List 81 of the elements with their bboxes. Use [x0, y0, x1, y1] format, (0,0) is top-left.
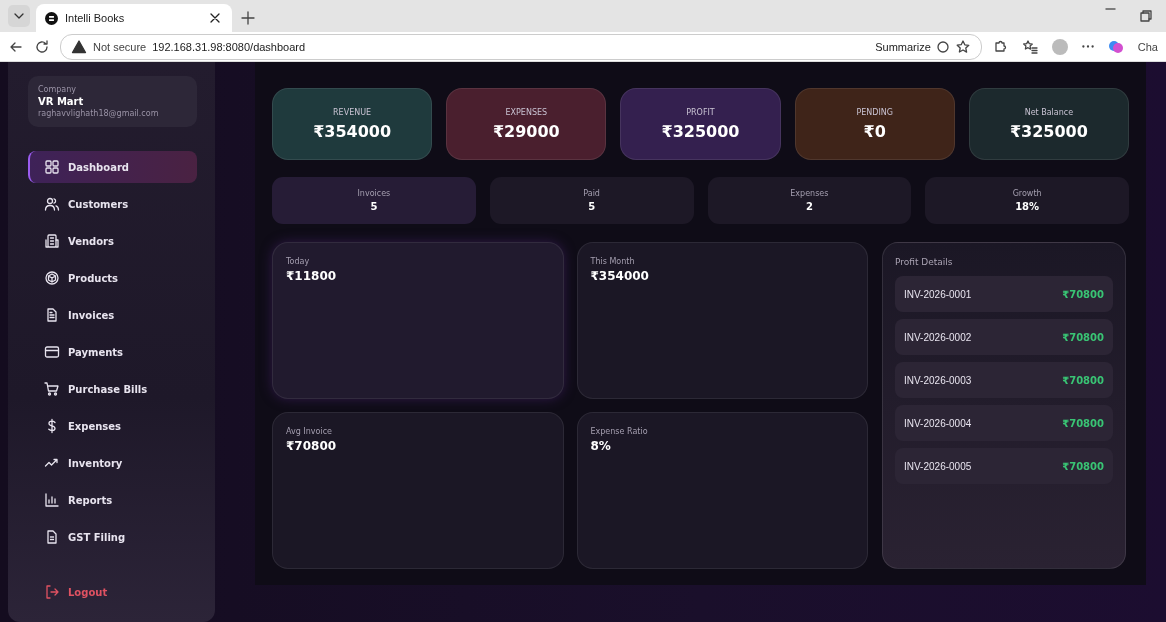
- grid-icon: [44, 159, 60, 175]
- invoice-number: INV-2026-0003: [904, 374, 972, 386]
- count-value: 5: [588, 201, 596, 212]
- metric-value: ₹70800: [286, 439, 338, 453]
- metric-label: This Month: [590, 257, 636, 266]
- count-value: 2: [805, 201, 813, 212]
- stat-value: ₹354000: [313, 121, 392, 141]
- stat-label: REVENUE: [333, 107, 372, 117]
- copilot-label[interactable]: Cha: [1137, 40, 1158, 53]
- tab-title: Intelli Books: [65, 12, 126, 24]
- nav-item[interactable]: Expenses: [28, 410, 197, 442]
- document-icon: [44, 307, 60, 323]
- box-icon: [44, 270, 60, 286]
- count-label: Paid: [583, 189, 600, 198]
- stat-label: EXPENSES: [505, 107, 548, 117]
- plus-icon: [240, 10, 256, 26]
- metric-label: Avg Invoice: [286, 427, 333, 436]
- logout-icon: [44, 584, 60, 600]
- stat-value: ₹29000: [492, 121, 560, 141]
- nav-item[interactable]: Dashboard: [28, 151, 197, 183]
- more-icon[interactable]: [1081, 45, 1094, 48]
- nav-item[interactable]: GST Filing: [28, 521, 197, 553]
- count-label: Growth: [1012, 189, 1042, 198]
- summarize-label[interactable]: Summarize: [875, 40, 931, 53]
- nav-item[interactable]: Reports: [28, 484, 197, 516]
- warning-icon: [71, 38, 87, 55]
- count-value: 5: [370, 201, 378, 212]
- tab-list-button[interactable]: [8, 5, 30, 27]
- count-label: Invoices: [357, 189, 391, 198]
- reload-icon: [34, 38, 50, 55]
- company-label: Company: [38, 85, 78, 94]
- building-icon: [44, 233, 60, 249]
- stat-label: PENDING: [856, 107, 893, 117]
- profile-avatar[interactable]: [1051, 38, 1068, 55]
- cart-icon: [44, 381, 60, 397]
- count-value: 18%: [1015, 201, 1040, 212]
- stat-value: ₹325000: [661, 121, 740, 141]
- invoice-number: INV-2026-0004: [904, 417, 972, 429]
- nav-item[interactable]: Vendors: [28, 225, 197, 257]
- nav-item[interactable]: Inventory: [28, 447, 197, 479]
- metric-value: 8%: [590, 439, 612, 453]
- bar-chart-icon: [44, 492, 60, 508]
- stat-value: ₹0: [863, 121, 886, 141]
- nav-item[interactable]: Customers: [28, 188, 197, 220]
- invoice-number: INV-2026-0005: [904, 460, 972, 472]
- minimize-icon[interactable]: [1105, 8, 1116, 10]
- restore-icon: [1138, 8, 1154, 24]
- stat-label: Net Balance: [1024, 107, 1074, 117]
- nav-item[interactable]: Invoices: [28, 299, 197, 331]
- nav-item[interactable]: Payments: [28, 336, 197, 368]
- stat-label: PROFIT: [686, 107, 715, 117]
- logout-button[interactable]: Logout: [28, 576, 197, 608]
- file-grid-icon: [44, 529, 60, 545]
- invoice-amount: ₹70800: [1062, 374, 1104, 386]
- favorites-icon: [1021, 38, 1038, 55]
- nav-item[interactable]: Products: [28, 262, 197, 294]
- app-logo-icon: [45, 11, 58, 25]
- url-text: 192.168.31.98:8080/dashboard: [152, 40, 306, 53]
- metric-value: ₹11800: [286, 269, 338, 283]
- invoice-amount: ₹70800: [1062, 460, 1104, 472]
- metric-value: ₹354000: [590, 269, 650, 283]
- stat-value: ₹325000: [1009, 121, 1088, 141]
- count-label: Expenses: [790, 189, 829, 198]
- invoice-number: INV-2026-0002: [904, 331, 972, 343]
- invoice-amount: ₹70800: [1062, 331, 1104, 343]
- card-icon: [44, 344, 60, 360]
- metric-label: Today: [286, 257, 311, 266]
- invoice-number: INV-2026-0001: [904, 288, 972, 300]
- star-icon: [954, 38, 971, 55]
- copilot-icon[interactable]: [1107, 38, 1124, 55]
- address-bar[interactable]: Not secure 192.168.31.98:8080/dashboard Summarize: [60, 33, 982, 60]
- invoice-amount: ₹70800: [1062, 417, 1104, 429]
- company-email: raghavvlighath18@gmail.com: [38, 109, 160, 118]
- users-icon: [44, 196, 60, 212]
- browser-tab[interactable]: Intelli Books: [36, 4, 232, 32]
- company-name: VR Mart: [38, 96, 85, 107]
- invoice-amount: ₹70800: [1062, 288, 1104, 300]
- security-label: Not secure: [93, 40, 147, 53]
- nav-item[interactable]: Purchase Bills: [28, 373, 197, 405]
- profit-details-title: Profit Details: [895, 257, 954, 267]
- metric-label: Expense Ratio: [590, 427, 649, 436]
